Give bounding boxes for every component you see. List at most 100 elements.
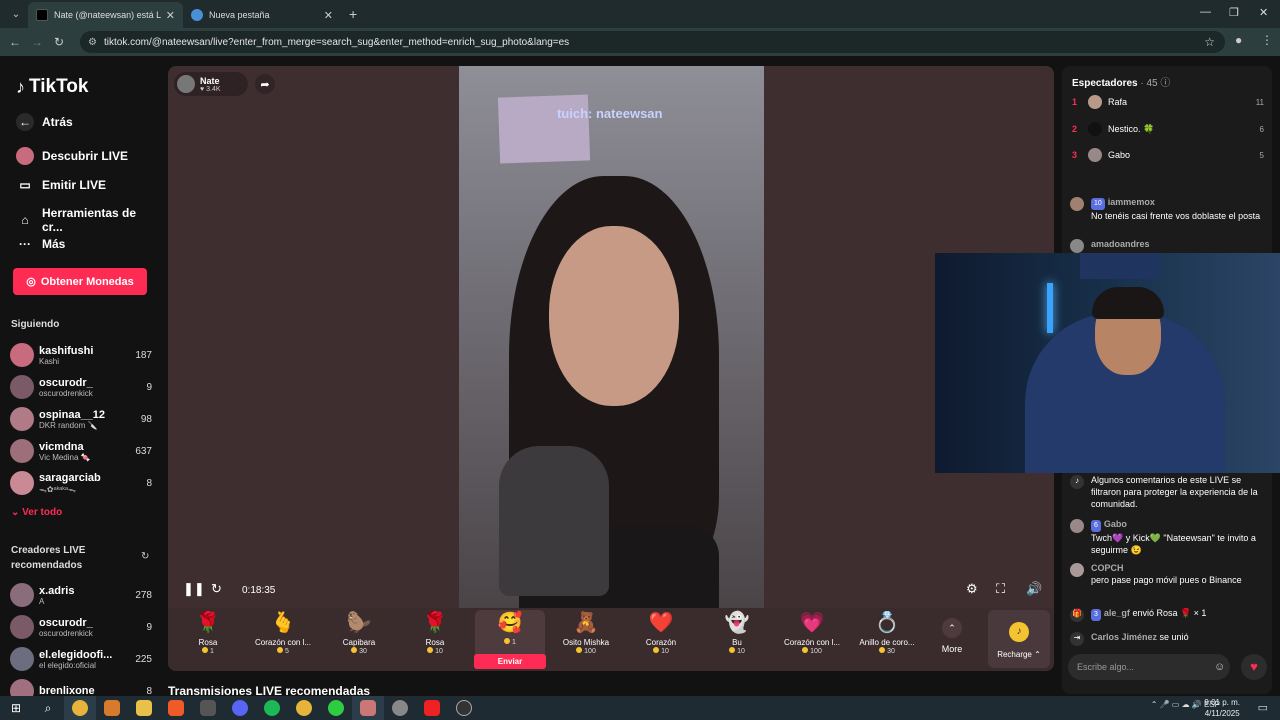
live-video[interactable]: tuich: nateewsan (459, 66, 764, 608)
chat-text: Twch💜 y Kick💚 "Nateewsan" te invito a se… (1091, 533, 1256, 555)
settings-gear-icon[interactable]: ⚙ (966, 581, 978, 597)
chrome-app-icon[interactable] (64, 696, 96, 720)
pause-icon[interactable]: ❚❚ (183, 581, 205, 597)
gift-item[interactable]: 🌹 Rosa 1 (173, 610, 243, 668)
chat-input[interactable]: Escribe algo... (1068, 654, 1230, 680)
chrome-profile-icon[interactable] (288, 696, 320, 720)
following-account[interactable]: kashifushi Kashi 187 (10, 340, 152, 370)
gift-item[interactable]: 👻 Bu 10 (702, 610, 772, 668)
gift-item[interactable]: 🧸 Osito Mishka 100 (551, 610, 621, 668)
chat-user[interactable]: ale_gf (1104, 608, 1130, 618)
avatar (1088, 148, 1102, 162)
emoji-icon[interactable]: ☺ (1214, 661, 1225, 673)
fullscreen-icon[interactable]: ⛶ (996, 581, 1005, 597)
reload-icon[interactable]: ↻ (48, 35, 70, 49)
chat-user[interactable]: iammemox (1108, 197, 1155, 207)
gift-item[interactable]: 🫰 Corazón con l... 5 (248, 610, 318, 668)
host-chip[interactable]: Nate ♥ 3.4K (174, 72, 248, 96)
top-viewer[interactable]: 1 Rafa 11 (1072, 92, 1264, 112)
volume-icon[interactable]: 🔊 (1026, 581, 1042, 597)
calculator-icon[interactable] (192, 696, 224, 720)
discord-icon[interactable] (224, 696, 256, 720)
account-name: oscurodr_ (39, 616, 93, 629)
profile-icon[interactable]: ● (1235, 33, 1242, 47)
minimize-icon[interactable]: — (1200, 6, 1211, 18)
tiktok-logo[interactable]: ♪ TikTok (16, 76, 88, 98)
tab-title: Nate (@nateewsan) está LIVE (54, 10, 162, 20)
following-account[interactable]: vicmdna Vic Medina 🍬 637 (10, 436, 152, 466)
notification-icon[interactable]: ▭ (1258, 701, 1268, 714)
windows-start-icon[interactable]: ⊞ (0, 696, 32, 720)
send-gift-button[interactable]: Enviar (474, 654, 546, 669)
restore-icon[interactable]: ❐ (1229, 6, 1239, 19)
recommended-account[interactable]: oscurodr_ oscurodrenkick 9 (10, 612, 152, 642)
refresh-icon[interactable]: ↻ (141, 551, 149, 562)
nav-herramientas[interactable]: ⌂ Herramientas de cr... (16, 206, 160, 234)
app-orange-icon[interactable] (352, 696, 384, 720)
avatar (1070, 197, 1084, 211)
clock[interactable]: 9:01 p. m. 4/11/2025 (1204, 697, 1240, 719)
tab-search-icon[interactable]: ⌄ (4, 3, 28, 25)
new-tab-plus-icon[interactable]: + (349, 6, 357, 22)
tab-close-icon[interactable]: ✕ (166, 9, 175, 22)
tab-close-icon[interactable]: ✕ (324, 9, 333, 22)
window-close-icon[interactable]: ✕ (1259, 6, 1268, 19)
brave-icon[interactable] (160, 696, 192, 720)
tab-tiktok-live[interactable]: Nate (@nateewsan) está LIVE ✕ (28, 2, 183, 28)
chat-user[interactable]: Gabo (1104, 519, 1127, 529)
gift-item[interactable]: 💍 Anillo de coro... 30 (852, 610, 922, 668)
recommended-account[interactable]: el.elegidoofi... el elegido:oficial 225 (10, 644, 152, 674)
share-icon[interactable]: ➦ (255, 74, 275, 94)
bookmark-star-icon[interactable]: ☆ (1204, 35, 1215, 49)
get-coins-button[interactable]: ◎ Obtener Monedas (13, 268, 147, 295)
nav-mas[interactable]: ··· Más (16, 235, 65, 253)
gift-item[interactable]: 🌹 Rosa 10 (400, 610, 470, 668)
moderation-notice: ♪ Algunos comentarios de este LIVE se fi… (1070, 474, 1266, 510)
chat-user[interactable]: COPCH (1091, 563, 1124, 573)
avatar (10, 647, 34, 671)
following-account[interactable]: saragarciab ᯓ✿ᵃᵏᵃᵏᵃᯓ 8 (10, 468, 152, 498)
spotify-icon[interactable] (256, 696, 288, 720)
forward-arrow-icon[interactable]: → (26, 35, 48, 49)
like-heart-icon[interactable]: ♥ (1241, 654, 1267, 680)
nav-emitir-live[interactable]: ▭ Emitir LIVE (16, 176, 106, 194)
url-omnibox[interactable]: ⚙ tiktok.com/@nateewsan/live?enter_from_… (80, 31, 1225, 53)
recharge-button[interactable]: ♪ Recharge ⌃ (988, 610, 1050, 668)
viewer-count: 225 (135, 653, 152, 665)
app-icon[interactable] (96, 696, 128, 720)
back-arrow-icon[interactable]: ← (4, 35, 26, 49)
tab-new-tab[interactable]: Nueva pestaña ✕ (183, 2, 341, 28)
recommended-account[interactable]: brenlixone 8 (10, 676, 152, 696)
menu-kebab-icon[interactable]: ⋮ (1261, 33, 1273, 47)
site-info-icon[interactable]: ⚙ (88, 37, 97, 48)
more-gifts-button[interactable]: ⌃ More (932, 618, 972, 654)
viewer-count: 637 (135, 445, 152, 457)
obs-icon[interactable] (448, 696, 480, 720)
nav-descubrir-live[interactable]: Descubrir LIVE (16, 147, 128, 165)
gift-item[interactable]: 💗 Corazón con l... 100 (777, 610, 847, 668)
file-explorer-icon[interactable] (128, 696, 160, 720)
gift-name: Osito Mishka (562, 638, 610, 647)
gift-name: Bu (732, 638, 742, 647)
top-viewer[interactable]: 3 Gabo 5 (1072, 145, 1264, 165)
app-green-icon[interactable] (320, 696, 352, 720)
gift-item[interactable]: 🦫 Capibara 30 (324, 610, 394, 668)
recommended-account[interactable]: x.adris A 278 (10, 580, 152, 610)
logo-text: TikTok (29, 76, 89, 97)
camera-icon: ▭ (19, 178, 31, 192)
info-icon[interactable]: ⓘ (1160, 78, 1170, 89)
chat-user[interactable]: amadoandres (1091, 239, 1150, 249)
search-icon[interactable]: ⌕ (32, 696, 64, 720)
following-account[interactable]: oscurodr_ oscurodrenkick 9 (10, 372, 152, 402)
chat-user[interactable]: Carlos Jiménez (1091, 632, 1157, 642)
top-viewer[interactable]: 2 Nestico. 🍀 6 (1072, 119, 1264, 139)
gift-item[interactable]: ❤️ Corazón 10 (626, 610, 696, 668)
see-all-link[interactable]: ⌄ Ver todo (11, 507, 62, 518)
following-account[interactable]: ospinaa__12 DKR random 🔪 98 (10, 404, 152, 434)
opera-icon[interactable] (416, 696, 448, 720)
nav-label: Emitir LIVE (42, 178, 107, 192)
back-link[interactable]: ← Atrás (16, 113, 73, 131)
chat-text: pero pase pago móvil pues o Binance (1091, 575, 1242, 585)
refresh-stream-icon[interactable]: ↻ (211, 581, 222, 597)
steam-icon[interactable] (384, 696, 416, 720)
